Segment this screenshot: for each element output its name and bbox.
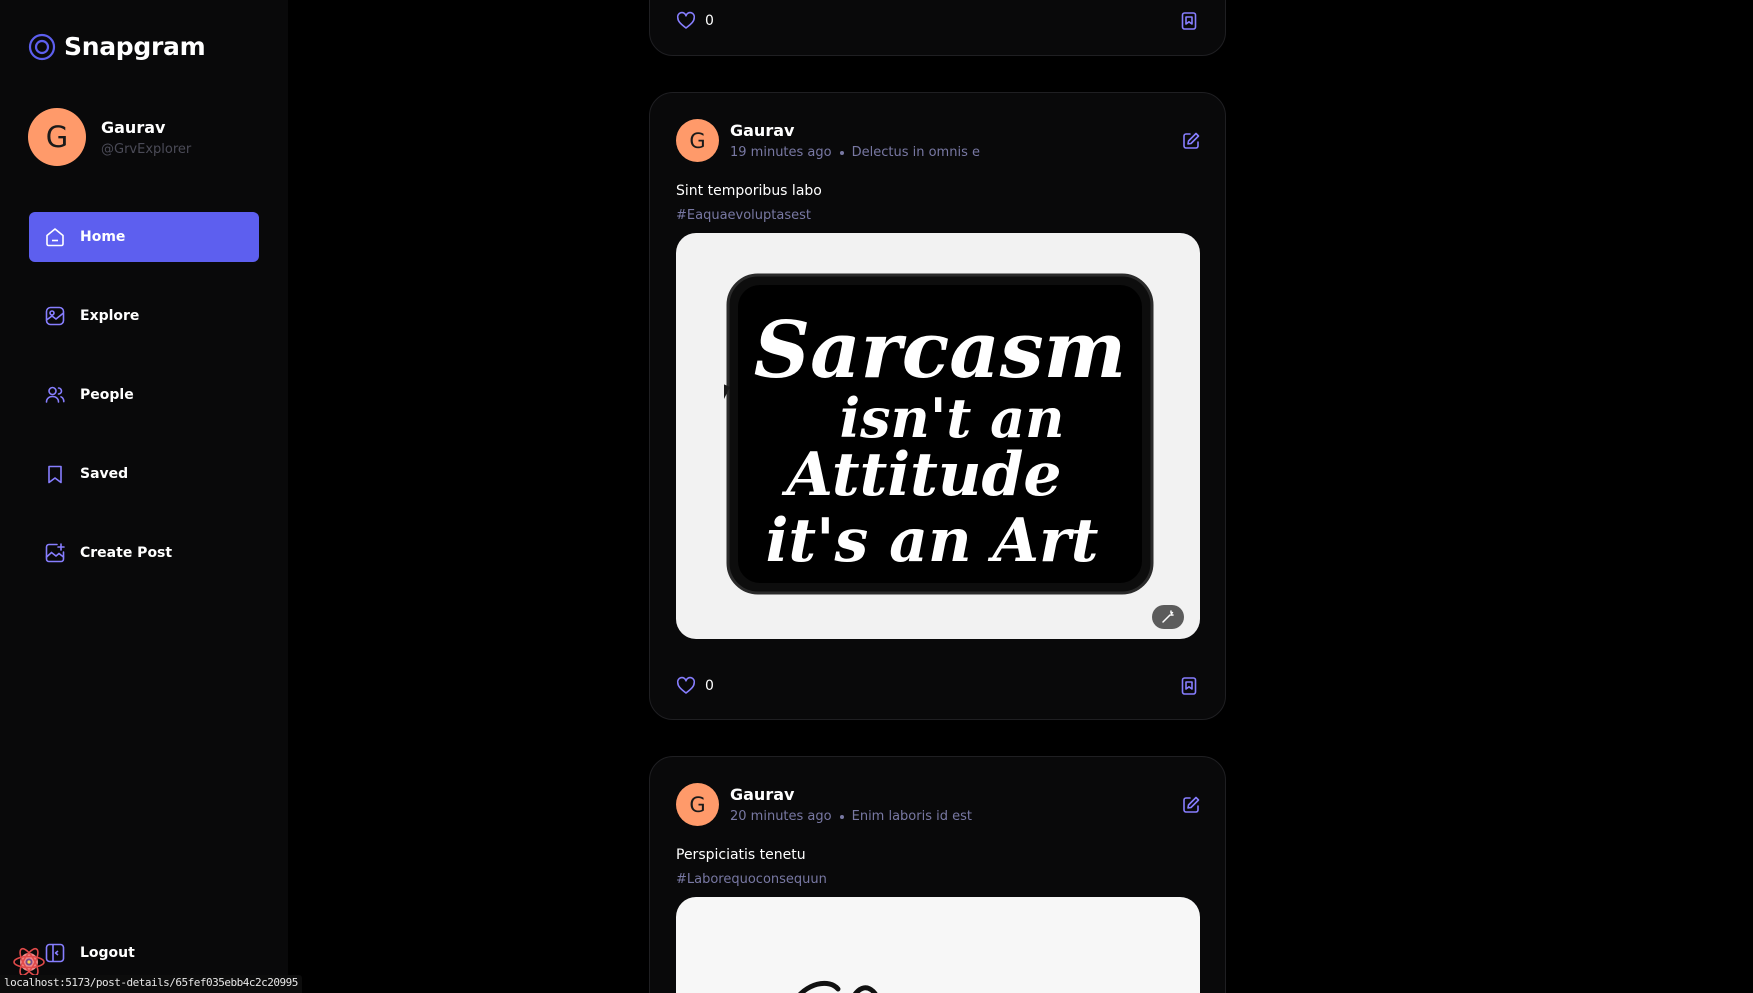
app-root: Snapgram G Gaurav @GrvExplorer Home Expl… bbox=[0, 0, 1753, 993]
avatar: G bbox=[28, 108, 86, 166]
magic-wand-button[interactable] bbox=[1152, 605, 1184, 629]
post-time: 19 minutes ago bbox=[730, 145, 832, 160]
logout-label: Logout bbox=[80, 945, 135, 961]
bookmark-icon bbox=[48, 465, 62, 484]
sidebar-item-home[interactable]: Home bbox=[29, 212, 259, 262]
create-post-icon bbox=[45, 543, 65, 563]
sidebar-item-people[interactable]: People bbox=[29, 370, 259, 420]
avatar[interactable]: G bbox=[676, 783, 719, 826]
like-action[interactable]: 0 bbox=[676, 676, 714, 696]
post-author[interactable]: Gaurav bbox=[730, 785, 972, 804]
heart-icon bbox=[676, 676, 696, 694]
logout-button[interactable]: Logout bbox=[44, 942, 135, 964]
heart-icon bbox=[676, 11, 696, 29]
post-caption: Sint temporibus labo bbox=[676, 183, 822, 199]
sidebar-item-saved[interactable]: Saved bbox=[29, 449, 259, 499]
status-bar-url: localhost:5173/post-details/65fef035ebb4… bbox=[0, 975, 302, 993]
bookmark-icon[interactable] bbox=[1179, 676, 1199, 696]
app-name: Snapgram bbox=[64, 32, 206, 61]
magic-wand-icon bbox=[1162, 610, 1174, 623]
edit-icon[interactable] bbox=[1181, 131, 1201, 151]
edit-icon[interactable] bbox=[1181, 795, 1201, 815]
home-icon bbox=[46, 228, 64, 247]
sidebar-nav: Home Explore People Saved Create Post bbox=[29, 212, 259, 607]
sleeve-text-line-4: it's an Art bbox=[766, 506, 1099, 576]
post-image[interactable] bbox=[676, 897, 1200, 993]
image-ink-fragment bbox=[798, 980, 878, 993]
sleeve-text-line-1: Sarcasm bbox=[754, 305, 1126, 396]
sidebar-item-explore[interactable]: Explore bbox=[29, 291, 259, 341]
laptop-sleeve-graphic: Sarcasm isn't an Attitude it's an Art bbox=[724, 273, 1154, 595]
like-count: 0 bbox=[705, 13, 714, 29]
like-count: 0 bbox=[705, 678, 714, 694]
sidebar-item-label: Saved bbox=[80, 466, 129, 482]
post-image[interactable]: Sarcasm isn't an Attitude it's an Art bbox=[676, 233, 1200, 639]
logout-icon bbox=[45, 943, 65, 963]
sidebar-item-create-post[interactable]: Create Post bbox=[29, 528, 259, 578]
profile-handle: @GrvExplorer bbox=[101, 141, 192, 157]
sidebar-item-label: Explore bbox=[80, 308, 140, 324]
post-card: G Gaurav 20 minutes ago Enim laboris id … bbox=[649, 756, 1226, 993]
post-card: G Gaurav 19 minutes ago Delectus in omni… bbox=[649, 92, 1226, 720]
separator-dot bbox=[839, 814, 844, 819]
sleeve-text-line-3: Attitude bbox=[781, 440, 1061, 510]
post-tags[interactable]: #Laborequoconsequun bbox=[676, 872, 827, 887]
post-caption: Perspiciatis tenetu bbox=[676, 847, 806, 863]
explore-icon bbox=[45, 306, 65, 326]
post-meta: 20 minutes ago Enim laboris id est bbox=[730, 809, 972, 824]
snapgram-logo-icon bbox=[28, 33, 56, 60]
post-tags[interactable]: #Eaquaevoluptasest bbox=[676, 208, 811, 223]
react-devtools-icon[interactable] bbox=[12, 947, 46, 977]
sidebar-item-label: People bbox=[80, 387, 134, 403]
profile-link[interactable]: G Gaurav @GrvExplorer bbox=[28, 108, 191, 166]
bookmark-icon[interactable] bbox=[1179, 11, 1199, 31]
left-sidebar: Snapgram G Gaurav @GrvExplorer Home Expl… bbox=[0, 0, 288, 993]
sidebar-item-label: Home bbox=[80, 229, 126, 245]
people-icon bbox=[45, 386, 65, 403]
avatar[interactable]: G bbox=[676, 119, 719, 162]
post-header: G Gaurav 20 minutes ago Enim laboris id … bbox=[676, 783, 972, 826]
post-time: 20 minutes ago bbox=[730, 809, 832, 824]
separator-dot bbox=[839, 150, 844, 155]
post-location: Enim laboris id est bbox=[851, 809, 972, 824]
post-card: 0 bbox=[649, 0, 1226, 56]
profile-name: Gaurav bbox=[101, 117, 166, 137]
post-location: Delectus in omnis e bbox=[851, 145, 980, 160]
logo[interactable]: Snapgram bbox=[28, 32, 206, 61]
like-action[interactable]: 0 bbox=[676, 11, 714, 31]
post-meta: 19 minutes ago Delectus in omnis e bbox=[730, 145, 980, 160]
sidebar-item-label: Create Post bbox=[80, 545, 173, 561]
post-header: G Gaurav 19 minutes ago Delectus in omni… bbox=[676, 119, 980, 162]
post-author[interactable]: Gaurav bbox=[730, 121, 980, 140]
